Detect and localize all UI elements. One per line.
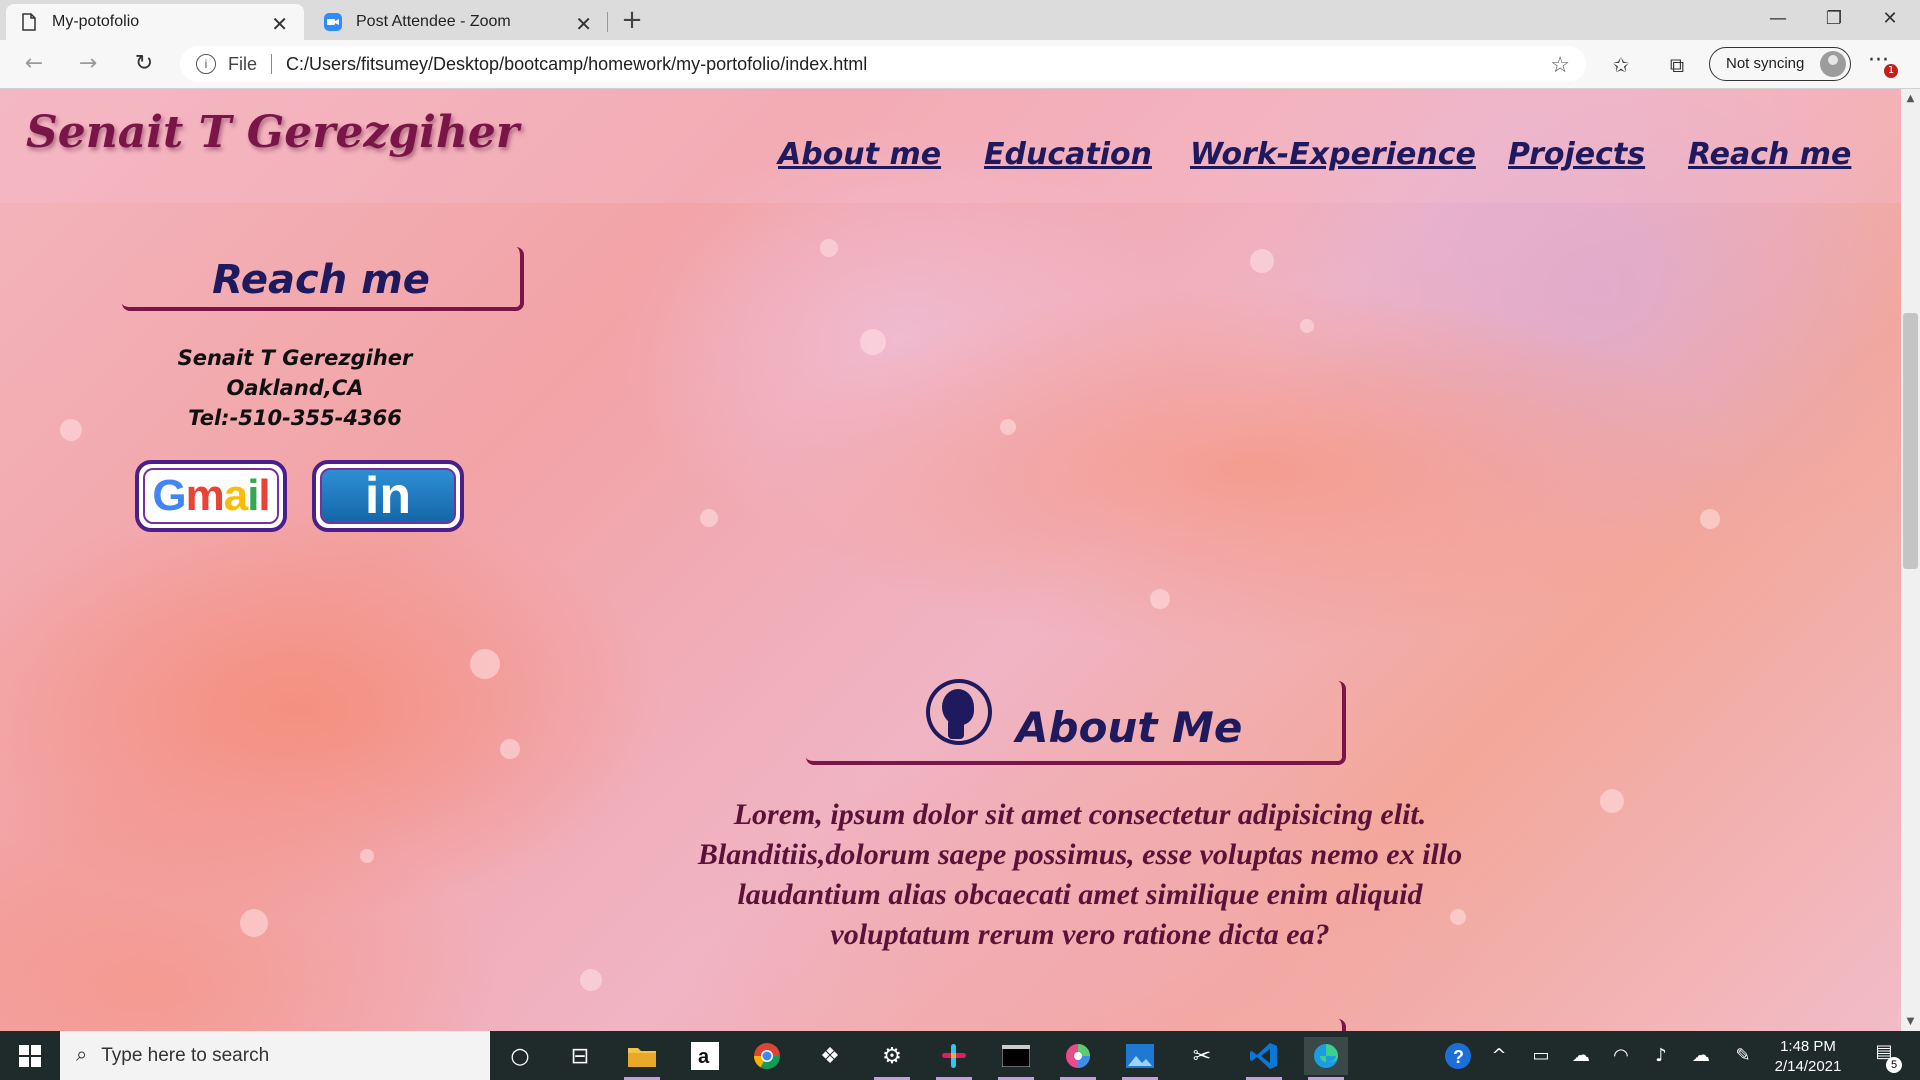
page-icon	[20, 13, 38, 31]
new-tab-icon[interactable]: +	[616, 4, 648, 36]
pen-icon[interactable]: ✎	[1728, 1031, 1758, 1080]
avatar-icon	[1820, 51, 1846, 77]
help-icon[interactable]: ?	[1434, 1031, 1482, 1080]
notification-count: 5	[1886, 1057, 1902, 1073]
task-view-icon[interactable]: ⊟	[558, 1037, 602, 1075]
minimize-icon[interactable]: —	[1750, 0, 1806, 40]
sync-label: Not syncing	[1726, 55, 1805, 72]
windows-taskbar: ⌕ Type here to search ○ ⊟ a ❖ ⚙ ✂ ? ^ ▭ …	[0, 1031, 1920, 1080]
contact-info: Senait T Gerezgiher Oakland,CA Tel:-510-…	[120, 343, 470, 433]
close-tab-icon[interactable]: ✕	[271, 12, 288, 37]
notifications-icon[interactable]: ▤ 5	[1866, 1041, 1902, 1073]
site-header: Senait T Gerezgiher About me Education W…	[0, 89, 1901, 203]
sync-error-icon[interactable]: ☁	[1566, 1031, 1596, 1080]
svg-text:a: a	[698, 1046, 710, 1068]
scroll-up-icon[interactable]: ▲	[1901, 93, 1920, 104]
tab-title: Post Attendee - Zoom	[356, 13, 511, 30]
clock-date: 2/14/2021	[1774, 1058, 1842, 1075]
address-divider	[271, 54, 273, 74]
taskbar-clock[interactable]: 1:48 PM 2/14/2021	[1760, 1037, 1856, 1077]
forward-icon[interactable]: →	[70, 48, 106, 80]
windows-icon	[19, 1044, 41, 1067]
gmail-logo-icon: Gmail	[143, 468, 279, 524]
profile-silhouette-icon	[926, 679, 992, 745]
zoom-icon	[324, 13, 342, 31]
dropbox-icon[interactable]: ❖	[808, 1037, 852, 1075]
settings-icon[interactable]: ⚙	[870, 1037, 914, 1080]
slack-icon[interactable]	[932, 1037, 976, 1080]
tab-my-potofolio[interactable]: My-potofolio ✕	[6, 4, 304, 40]
tray-chevron-icon[interactable]: ^	[1486, 1031, 1512, 1080]
tab-divider	[607, 12, 608, 32]
scheme-label: File	[228, 53, 258, 74]
about-text: Lorem, ipsum dolor sit amet consectetur …	[697, 798, 1463, 951]
close-window-icon[interactable]: ✕	[1862, 0, 1918, 40]
info-icon[interactable]: i	[196, 54, 216, 74]
photos-icon[interactable]	[1118, 1037, 1162, 1080]
tab-zoom[interactable]: Post Attendee - Zoom ✕	[310, 4, 608, 40]
nav-education[interactable]: Education	[984, 137, 1152, 172]
url-text[interactable]: C:/Users/fitsumey/Desktop/bootcamp/homew…	[286, 54, 867, 75]
site-title: Senait T Gerezgiher	[26, 107, 520, 158]
paint-icon[interactable]	[1056, 1037, 1100, 1080]
vscode-icon[interactable]	[1242, 1037, 1286, 1080]
file-explorer-icon[interactable]	[620, 1037, 664, 1080]
gmail-label: Gmail	[152, 471, 270, 520]
contact-name: Senait T Gerezgiher	[177, 346, 413, 370]
linkedin-button[interactable]: in	[312, 460, 464, 532]
snipping-tool-icon[interactable]: ✂	[1180, 1037, 1224, 1075]
amazon-icon[interactable]: a	[683, 1037, 727, 1075]
cortana-icon[interactable]: ○	[498, 1037, 542, 1075]
terminal-icon[interactable]	[994, 1037, 1038, 1080]
restore-icon[interactable]: ❐	[1806, 0, 1862, 40]
battery-icon[interactable]: ▭	[1526, 1031, 1556, 1080]
start-button[interactable]	[0, 1031, 60, 1080]
nav-projects[interactable]: Projects	[1508, 137, 1645, 172]
search-placeholder: Type here to search	[101, 1044, 270, 1066]
clock-time: 1:48 PM	[1780, 1038, 1836, 1055]
contact-phone: Tel:-510-355-4366	[188, 406, 402, 430]
favorite-star-icon[interactable]: ☆	[1550, 52, 1570, 78]
chrome-icon[interactable]	[745, 1037, 789, 1075]
reach-heading-card: Reach me	[122, 247, 524, 311]
linkedin-label: in	[364, 468, 412, 524]
tab-title: My-potofolio	[52, 13, 140, 30]
collections-icon[interactable]: ⧉	[1662, 50, 1692, 80]
next-section-card	[806, 1019, 1346, 1031]
nav-reach-me[interactable]: Reach me	[1688, 137, 1851, 172]
favorites-icon[interactable]: ✩	[1606, 50, 1636, 80]
vertical-scrollbar[interactable]: ▲ ▼	[1901, 89, 1920, 1031]
close-tab-icon[interactable]: ✕	[575, 12, 592, 37]
onedrive-icon[interactable]: ☁	[1686, 1031, 1716, 1080]
volume-icon[interactable]: ♪	[1646, 1031, 1676, 1080]
page-viewport: Senait T Gerezgiher About me Education W…	[0, 89, 1901, 1031]
taskbar-search[interactable]: ⌕ Type here to search	[60, 1031, 490, 1080]
notification-badge: 1	[1884, 64, 1898, 78]
address-toolbar: ← → ↻ i File C:/Users/fitsumey/Desktop/b…	[0, 40, 1920, 89]
address-bar[interactable]: i File C:/Users/fitsumey/Desktop/bootcam…	[180, 46, 1586, 82]
edge-icon[interactable]	[1304, 1037, 1348, 1080]
wifi-icon[interactable]: ◠	[1606, 1031, 1636, 1080]
scroll-down-icon[interactable]: ▼	[1901, 1016, 1920, 1027]
nav-work-experience[interactable]: Work-Experience	[1190, 137, 1476, 172]
about-heading: About Me	[1016, 703, 1243, 752]
search-icon: ⌕	[76, 1044, 88, 1066]
tab-strip: My-potofolio ✕ Post Attendee - Zoom ✕ + …	[0, 0, 1920, 40]
back-icon[interactable]: ←	[16, 48, 52, 80]
svg-text:?: ?	[1453, 1047, 1464, 1067]
scrollbar-thumb[interactable]	[1903, 313, 1918, 569]
more-menu-icon[interactable]: ··· 1	[1868, 48, 1898, 78]
profile-button[interactable]: Not syncing	[1709, 47, 1851, 81]
nav-about-me[interactable]: About me	[778, 137, 941, 172]
contact-location: Oakland,CA	[226, 376, 364, 400]
gmail-button[interactable]: Gmail	[135, 460, 287, 532]
reach-heading: Reach me	[212, 257, 430, 303]
linkedin-logo-icon: in	[320, 468, 456, 524]
refresh-icon[interactable]: ↻	[126, 48, 162, 80]
